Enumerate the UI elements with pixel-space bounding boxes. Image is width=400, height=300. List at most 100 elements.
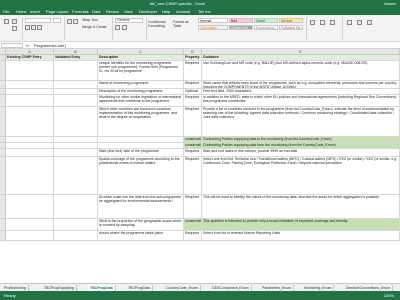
- user-name[interactable]: Viewer: [384, 1, 396, 6]
- autosum-icon[interactable]: [347, 20, 352, 25]
- guidance-cell[interactable]: Provide a list of countries involved in …: [202, 107, 400, 137]
- underline-icon[interactable]: [37, 25, 42, 30]
- style-followed-hyperlink[interactable]: Followed Hy...: [279, 25, 303, 30]
- ribbon: Wrap Text Merge & Center General Conditi…: [0, 15, 400, 42]
- existing-entry-cell[interactable]: [6, 61, 54, 81]
- paste-icon[interactable]: [4, 19, 9, 24]
- worksheet-grid[interactable]: A B C D E Existing CSMP Entry Validated …: [0, 49, 400, 283]
- guidance-cell[interactable]: Select from list of relevant Marine Repo…: [202, 231, 400, 241]
- property-cell[interactable]: conservation: [184, 219, 202, 231]
- cut-icon[interactable]: [12, 19, 17, 24]
- find-select-icon[interactable]: [367, 20, 372, 25]
- property-cell[interactable]: Required: [184, 195, 202, 219]
- zoom-level[interactable]: 100%: [384, 293, 394, 298]
- style-check-cell[interactable]: Check Cell: [229, 25, 253, 30]
- status-bar: Ready 100%: [0, 291, 400, 300]
- tab-acrobat[interactable]: Acrobat: [176, 9, 190, 14]
- property-cell[interactable]: Required: [184, 61, 202, 81]
- number-format-select[interactable]: General: [115, 18, 143, 23]
- tab-view[interactable]: View: [124, 9, 133, 14]
- existing-entry-cell[interactable]: [6, 149, 54, 157]
- style-calculation[interactable]: Calculation: [198, 25, 228, 30]
- description-cell[interactable]: Start (and end) date of the programme: [98, 149, 184, 157]
- property-cell[interactable]: Required: [184, 81, 202, 89]
- property-cell[interactable]: Required: [184, 157, 202, 195]
- conditional-formatting-button[interactable]: Conditional Formatting: [148, 20, 171, 28]
- number-format-value: General: [117, 18, 130, 22]
- merge-center-button[interactable]: Merge & Center: [82, 25, 107, 30]
- validated-entry-cell[interactable]: [54, 195, 98, 219]
- wrap-text-button[interactable]: Wrap Text: [82, 18, 98, 23]
- description-cell[interactable]: Spatial coverage of the programme accord…: [98, 157, 184, 195]
- format-as-table-button[interactable]: Format as Table: [173, 20, 195, 28]
- description-cell[interactable]: Name of monitoring programme: [98, 81, 184, 89]
- validated-entry-cell[interactable]: [54, 157, 98, 195]
- font-name-select[interactable]: [25, 18, 51, 23]
- tab-file[interactable]: File: [3, 9, 9, 14]
- format-cells-icon[interactable]: [330, 20, 335, 25]
- tab-data[interactable]: Data: [92, 9, 100, 14]
- style-explanatory[interactable]: Explanatory...: [254, 25, 278, 30]
- validated-entry-cell[interactable]: [54, 231, 98, 241]
- align-top-icon[interactable]: [67, 19, 72, 24]
- existing-entry-cell[interactable]: [6, 81, 54, 89]
- property-cell[interactable]: Required: [184, 95, 202, 107]
- style-neutral[interactable]: Neutral: [279, 18, 303, 23]
- tab-home[interactable]: Home: [16, 9, 27, 14]
- style-bad[interactable]: Bad: [229, 18, 253, 23]
- tab-formulas[interactable]: Formulas: [72, 9, 89, 14]
- tell-me-search[interactable]: Tell me: [198, 9, 211, 14]
- validated-entry-cell[interactable]: [54, 61, 98, 81]
- validated-entry-cell[interactable]: [54, 219, 98, 231]
- style-normal[interactable]: Normal: [198, 18, 228, 23]
- guidance-cell[interactable]: Use EuGalogCom and MS code (e.g. BALDE) …: [202, 61, 400, 81]
- property-cell[interactable]: Required: [184, 231, 202, 241]
- validated-entry-cell[interactable]: [54, 107, 98, 137]
- description-cell[interactable]: Which other countries are involved in pr…: [98, 107, 184, 137]
- description-cell[interactable]: Unique identifier for the monitoring pro…: [98, 61, 184, 81]
- guidance-cell[interactable]: This question is intended to provide onl…: [202, 219, 400, 231]
- description-cell[interactable]: Area/s where the programme takes place: [98, 231, 184, 241]
- existing-entry-cell[interactable]: [6, 95, 54, 107]
- formula-bar: fx ProgrammeCode): [0, 42, 400, 49]
- description-cell[interactable]: Monitoring for other similar legislation…: [98, 95, 184, 107]
- validated-entry-cell[interactable]: [54, 81, 98, 89]
- tab-developer[interactable]: Developer: [139, 9, 157, 14]
- delete-cells-icon[interactable]: [320, 20, 325, 25]
- sort-filter-icon[interactable]: [357, 20, 362, 25]
- bold-icon[interactable]: [25, 25, 30, 30]
- validated-entry-cell[interactable]: [54, 95, 98, 107]
- guidance-cell[interactable]: Start and end dates in this column, prov…: [202, 149, 400, 157]
- existing-entry-cell[interactable]: [6, 107, 54, 137]
- fx-icon[interactable]: fx: [26, 43, 29, 48]
- property-cell[interactable]: Required: [184, 149, 202, 157]
- guidance-cell[interactable]: This will be used to identify the nature…: [202, 195, 400, 219]
- existing-entry-cell[interactable]: [6, 157, 54, 195]
- property-cell[interactable]: Required: [184, 107, 202, 137]
- description-cell[interactable]: At which scale can the data from the sub…: [98, 195, 184, 219]
- guidance-cell[interactable]: Short name that reflects main focus of t…: [202, 81, 400, 89]
- tab-page-layout[interactable]: Page Layout: [46, 9, 68, 14]
- font-size-select[interactable]: [53, 18, 61, 23]
- tab-insert[interactable]: Insert: [30, 9, 40, 14]
- copy-icon[interactable]: [12, 26, 17, 31]
- insert-cells-icon[interactable]: [310, 20, 315, 25]
- existing-entry-cell[interactable]: [6, 195, 54, 219]
- formula-input[interactable]: ProgrammeCode): [34, 43, 66, 48]
- align-middle-icon[interactable]: [73, 19, 78, 24]
- description-cell[interactable]: What is the proportion of the geographic…: [98, 219, 184, 231]
- tab-review[interactable]: Review: [106, 9, 119, 14]
- style-good[interactable]: Good: [254, 18, 278, 23]
- window-title: file_ram-CSMP-specific - Excel: [150, 1, 206, 6]
- guidance-cell[interactable]: In addition to the MSFD, state to which …: [202, 95, 400, 107]
- percent-icon[interactable]: [122, 25, 127, 30]
- name-box[interactable]: [1, 43, 23, 48]
- existing-entry-cell[interactable]: [6, 219, 54, 231]
- tab-help[interactable]: Help: [162, 9, 170, 14]
- validated-entry-cell[interactable]: [54, 149, 98, 157]
- existing-entry-cell[interactable]: [6, 231, 54, 241]
- ribbon-divider: [112, 17, 113, 40]
- italic-icon[interactable]: [31, 25, 36, 30]
- currency-icon[interactable]: [115, 25, 120, 30]
- guidance-cell[interactable]: Select one from list: Territorial sea / …: [202, 157, 400, 195]
